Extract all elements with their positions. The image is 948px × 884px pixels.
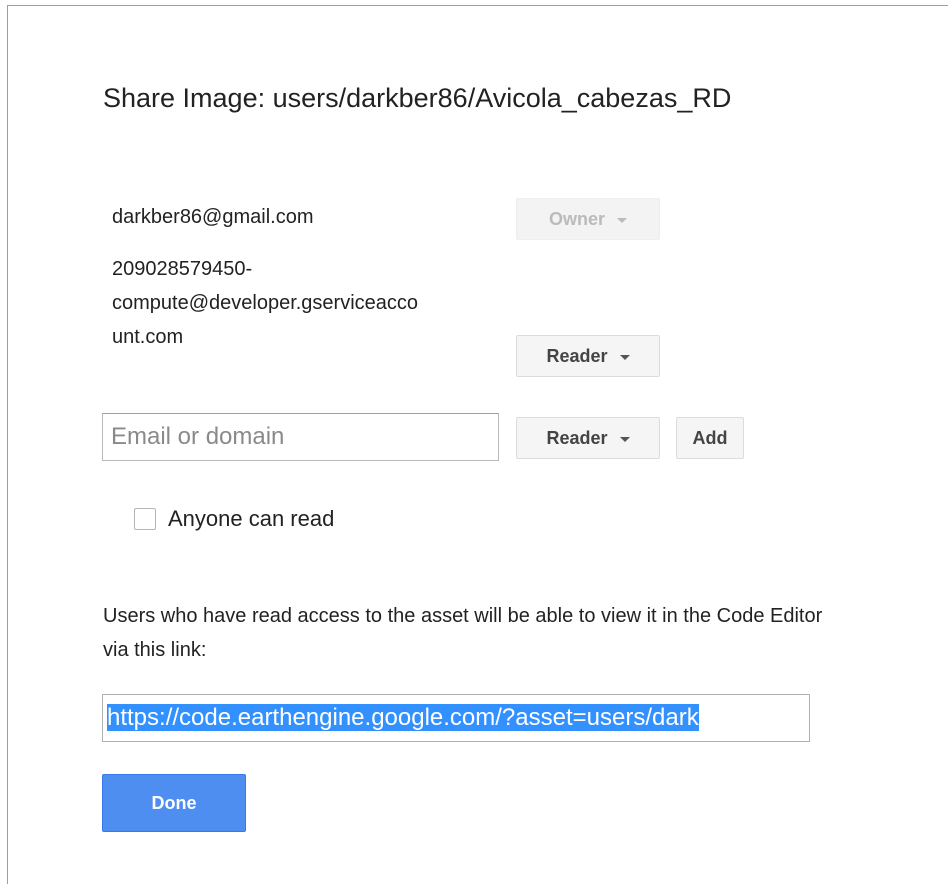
done-button[interactable]: Done bbox=[102, 774, 246, 832]
share-link-text[interactable]: https://code.earthengine.google.com/?ass… bbox=[107, 704, 699, 731]
reader-role-dropdown[interactable]: Reader bbox=[516, 335, 660, 377]
principal-email: 209028579450- compute@developer.gservice… bbox=[112, 258, 419, 348]
email-or-domain-input[interactable] bbox=[102, 413, 499, 461]
role-label: Reader bbox=[546, 427, 608, 448]
share-link-description: Users who have read access to the asset … bbox=[103, 605, 823, 661]
anyone-can-read-label: Anyone can read bbox=[168, 506, 335, 531]
new-role-dropdown[interactable]: Reader bbox=[516, 417, 660, 459]
role-label: Reader bbox=[546, 345, 608, 366]
principal-email: darkber86@gmail.com bbox=[112, 206, 314, 228]
anyone-can-read-checkbox[interactable] bbox=[134, 508, 156, 530]
chevron-down-icon bbox=[619, 437, 630, 442]
anyone-can-read-option[interactable]: Anyone can read bbox=[134, 506, 334, 532]
add-button[interactable]: Add bbox=[676, 417, 744, 459]
share-link-field[interactable]: https://code.earthengine.google.com/?ass… bbox=[102, 694, 810, 742]
chevron-down-icon bbox=[617, 218, 627, 223]
role-label: Owner bbox=[548, 208, 605, 229]
chevron-down-icon bbox=[619, 355, 630, 360]
owner-role-dropdown: Owner bbox=[516, 198, 660, 240]
share-dialog: Share Image: users/darkber86/Avicola_cab… bbox=[7, 5, 948, 884]
dialog-title: Share Image: users/darkber86/Avicola_cab… bbox=[103, 83, 732, 113]
